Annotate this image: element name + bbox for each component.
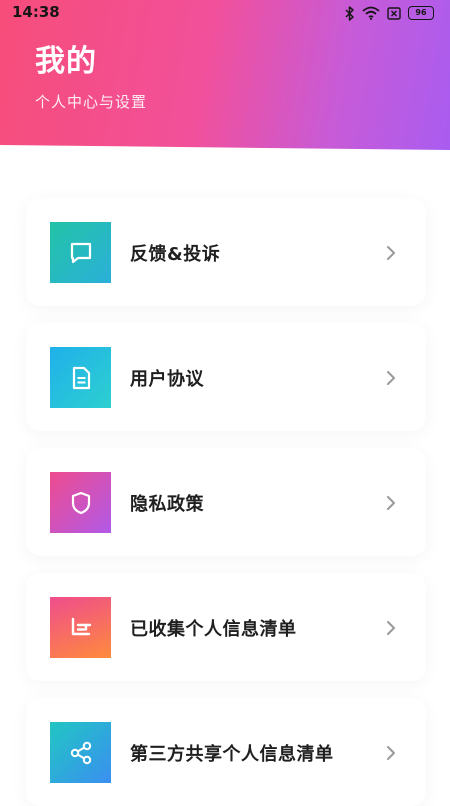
menu-item-third-party-sharing[interactable]: 第三方共享个人信息清单 (26, 698, 426, 806)
document-icon (50, 347, 111, 408)
menu-item-privacy-policy[interactable]: 隐私政策 (26, 448, 426, 556)
menu-item-user-agreement[interactable]: 用户协议 (26, 323, 426, 431)
chevron-right-icon (386, 370, 396, 390)
menu-item-label: 隐私政策 (130, 494, 204, 515)
chevron-right-icon (386, 620, 396, 640)
chevron-right-icon (386, 745, 396, 765)
collection-icon (50, 597, 111, 658)
shield-icon (50, 472, 111, 533)
menu-item-feedback[interactable]: 反馈&投诉 (26, 198, 426, 306)
menu-item-collected-info[interactable]: 已收集个人信息清单 (26, 573, 426, 681)
chevron-right-icon (386, 495, 396, 515)
chevron-right-icon (386, 245, 396, 265)
menu-item-label: 反馈&投诉 (130, 244, 221, 265)
menu-item-label: 已收集个人信息清单 (130, 619, 297, 640)
menu-item-label: 第三方共享个人信息清单 (130, 744, 334, 765)
share-icon (50, 722, 111, 783)
chat-bubble-icon (50, 222, 111, 283)
menu-list: 反馈&投诉 用户协议 隐私政策 已收集个人信息清单 第三方共享个人信息清单 (0, 0, 450, 806)
menu-item-label: 用户协议 (130, 369, 204, 390)
